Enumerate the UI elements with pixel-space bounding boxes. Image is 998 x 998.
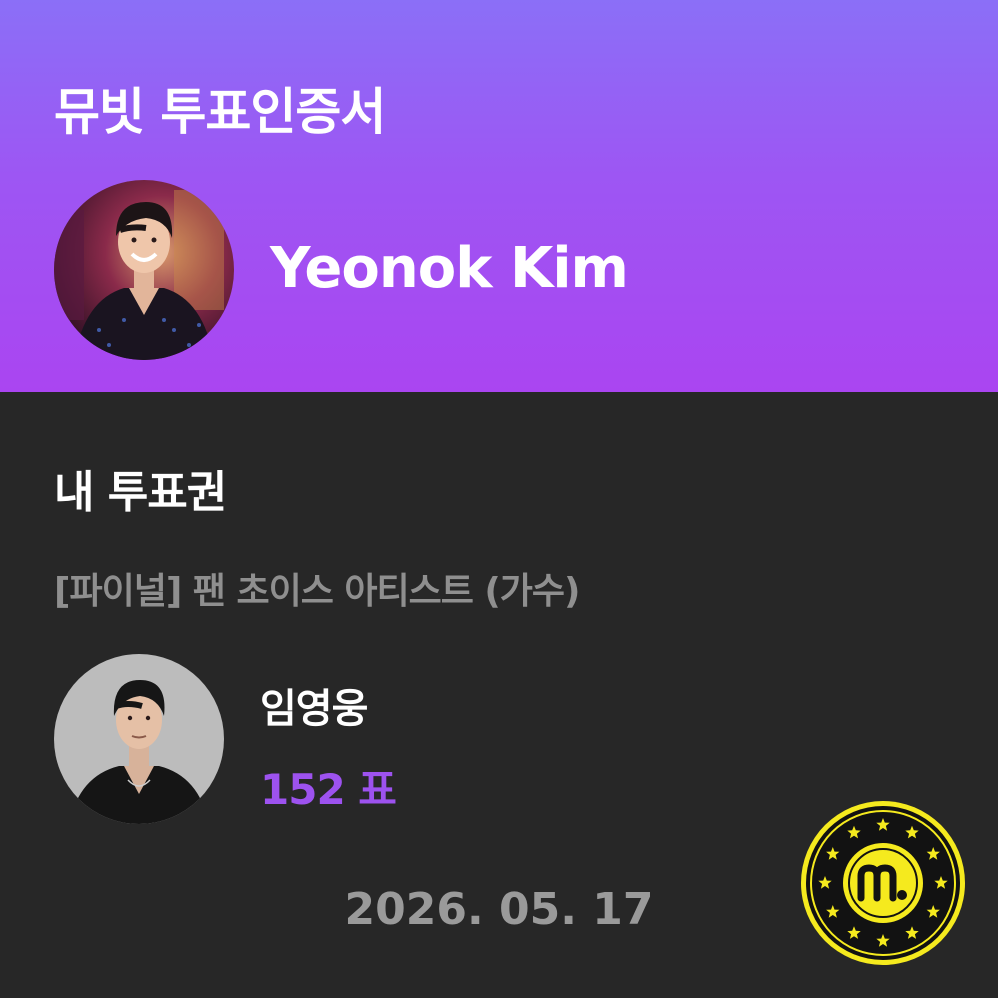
artist-name: 임영웅 — [260, 686, 368, 732]
certificate-title: 뮤빗 투표인증서 — [54, 83, 386, 141]
mubeat-seal-icon — [798, 798, 968, 968]
vote-category: [파이널] 팬 초이스 아티스트 (가수) — [54, 571, 581, 612]
my-ballot-title: 내 투표권 — [54, 467, 227, 518]
artist-avatar — [54, 654, 224, 824]
artist-photo-icon — [54, 654, 224, 824]
user-name: Yeonok Kim — [270, 236, 629, 301]
certificate-header: 뮤빗 투표인증서 Yeonok Kim — [0, 0, 998, 392]
vote-count: 152 표 — [260, 765, 397, 814]
user-avatar — [54, 180, 234, 360]
user-photo-icon — [54, 180, 234, 360]
